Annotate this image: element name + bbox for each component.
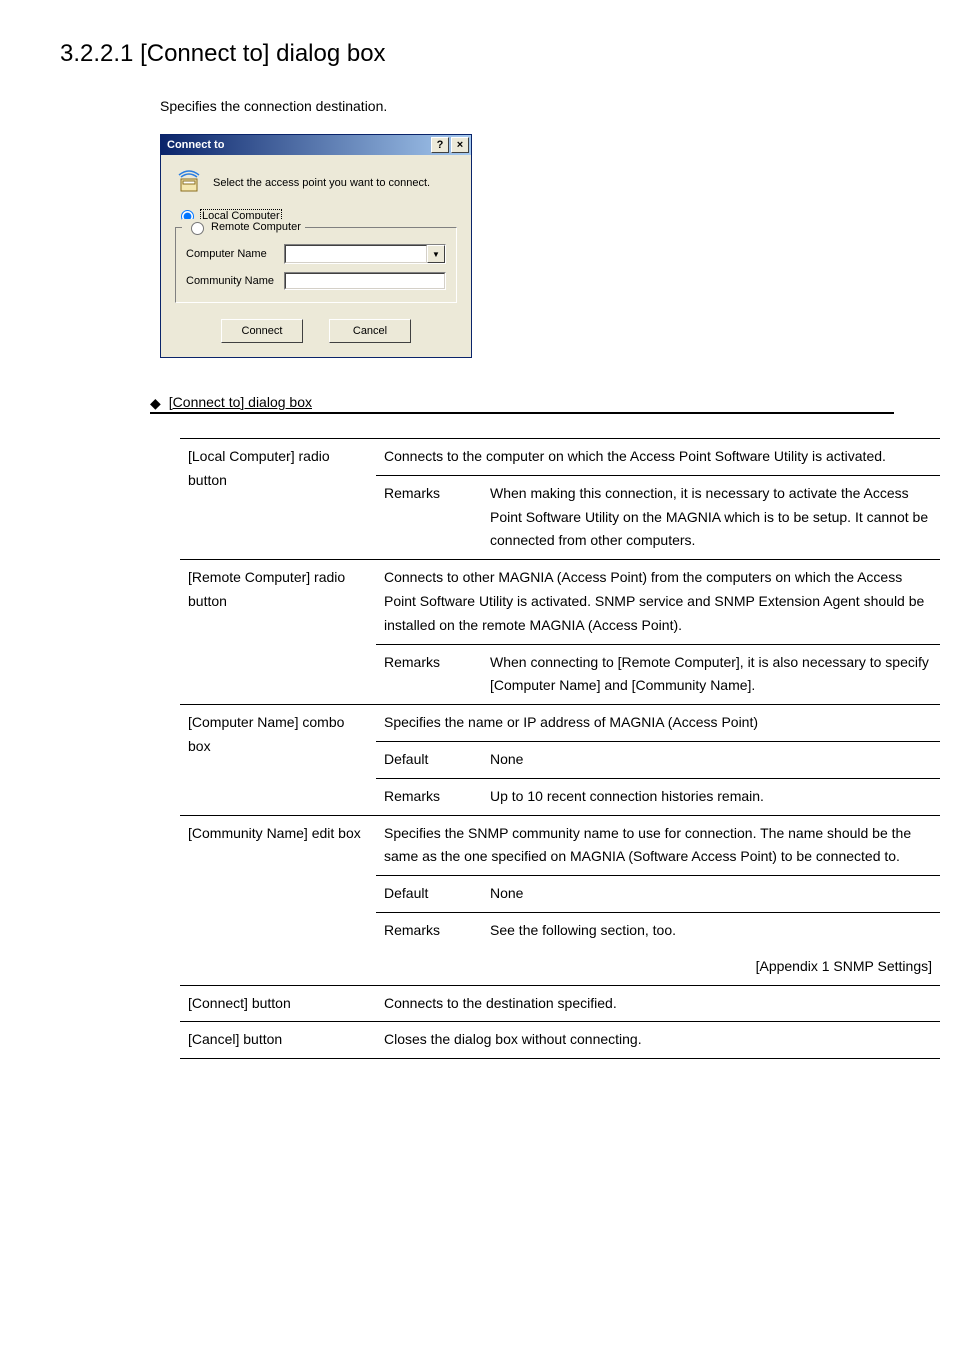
diamond-bullet-icon: ◆: [150, 396, 161, 410]
local-remarks-label: Remarks: [376, 475, 482, 559]
combo-dropdown-button[interactable]: ▼: [427, 245, 445, 263]
connect-button[interactable]: Connect: [221, 319, 303, 343]
close-button[interactable]: ×: [451, 137, 469, 153]
section-title: [Connect to] dialog box: [169, 394, 312, 410]
community-name-desc: Specifies the SNMP community name to use…: [376, 815, 940, 876]
community-name-default-label: Default: [376, 876, 482, 913]
local-desc: Connects to the computer on which the Ac…: [376, 439, 940, 476]
section-header: ◆ [Connect to] dialog box: [150, 394, 894, 414]
community-name-remarks-label: Remarks: [376, 912, 482, 948]
remote-desc: Connects to other MAGNIA (Access Point) …: [376, 560, 940, 644]
community-name-label: Community Name: [186, 275, 278, 287]
help-button[interactable]: ?: [431, 137, 449, 153]
access-point-icon: [175, 169, 203, 197]
computer-name-label: Computer Name: [186, 248, 278, 260]
description-table: [Local Computer] radio button Connects t…: [180, 438, 940, 1059]
remote-remarks-label: Remarks: [376, 644, 482, 705]
remote-computer-radio-row[interactable]: Remote Computer: [182, 219, 305, 235]
dialog-prompt: Select the access point you want to conn…: [213, 177, 430, 189]
dialog-button-row: Connect Cancel: [175, 319, 457, 343]
local-remarks: When making this connection, it is neces…: [482, 475, 940, 559]
computer-name-default-val: None: [482, 741, 940, 778]
local-name: [Local Computer] radio button: [180, 439, 376, 560]
community-name-default-val: None: [482, 876, 940, 913]
community-name-name: [Community Name] edit box: [180, 815, 376, 985]
cancel-btn-name: [Cancel] button: [180, 1022, 376, 1059]
community-name-remarks: See the following section, too.: [482, 912, 940, 948]
connect-btn-desc: Connects to the destination specified.: [376, 985, 940, 1022]
community-name-row: Community Name: [186, 272, 446, 290]
computer-name-default-label: Default: [376, 741, 482, 778]
remote-computer-radio[interactable]: [191, 222, 204, 235]
remote-computer-group: Remote Computer Computer Name ▼ Communit…: [175, 227, 457, 303]
prompt-row: Select the access point you want to conn…: [175, 169, 457, 197]
computer-name-combo[interactable]: ▼: [284, 244, 446, 264]
computer-name-row: Computer Name ▼: [186, 244, 446, 264]
remote-computer-label: Remote Computer: [211, 221, 301, 233]
remote-remarks: When connecting to [Remote Computer], it…: [482, 644, 940, 705]
dialog-title: Connect to: [167, 139, 224, 151]
computer-name-desc: Specifies the name or IP address of MAGN…: [376, 705, 940, 742]
titlebar-controls: ? ×: [431, 137, 469, 153]
dialog-body: Select the access point you want to conn…: [161, 155, 471, 357]
computer-name-name: [Computer Name] combo box: [180, 705, 376, 815]
page-heading: 3.2.2.1 [Connect to] dialog box: [60, 40, 894, 68]
computer-name-remarks: Up to 10 recent connection histories rem…: [482, 778, 940, 815]
community-name-xref: [Appendix 1 SNMP Settings]: [482, 949, 940, 985]
cancel-button[interactable]: Cancel: [329, 319, 411, 343]
connect-to-dialog: Connect to ? × Select the access point y…: [160, 134, 472, 358]
dialog-titlebar: Connect to ? ×: [161, 135, 471, 155]
connect-btn-name: [Connect] button: [180, 985, 376, 1022]
cancel-btn-desc: Closes the dialog box without connecting…: [376, 1022, 940, 1059]
intro-text: Specifies the connection destination.: [160, 98, 894, 114]
computer-name-remarks-label: Remarks: [376, 778, 482, 815]
remote-name: [Remote Computer] radio button: [180, 560, 376, 705]
community-name-input[interactable]: [284, 272, 446, 290]
